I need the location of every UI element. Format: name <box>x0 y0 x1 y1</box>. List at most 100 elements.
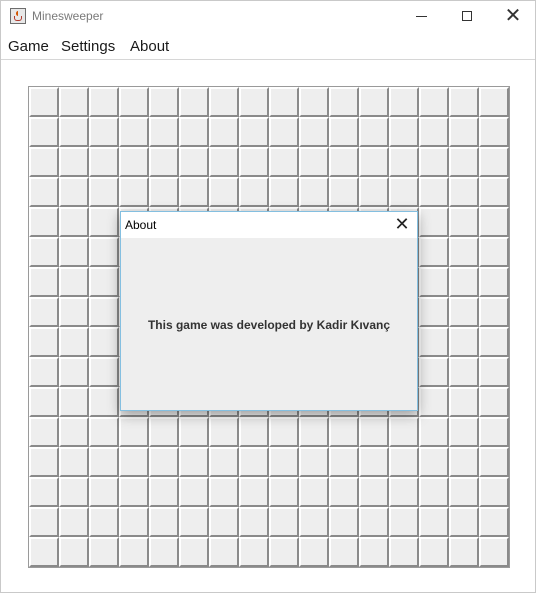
mine-cell[interactable] <box>149 147 179 177</box>
mine-cell[interactable] <box>149 537 179 567</box>
mine-cell[interactable] <box>29 147 59 177</box>
mine-cell[interactable] <box>419 477 449 507</box>
minimize-button[interactable] <box>398 1 444 32</box>
mine-cell[interactable] <box>209 447 239 477</box>
mine-cell[interactable] <box>59 357 89 387</box>
mine-cell[interactable] <box>269 477 299 507</box>
mine-cell[interactable] <box>89 537 119 567</box>
mine-cell[interactable] <box>239 477 269 507</box>
mine-cell[interactable] <box>479 87 509 117</box>
mine-cell[interactable] <box>269 177 299 207</box>
mine-cell[interactable] <box>89 477 119 507</box>
mine-cell[interactable] <box>419 237 449 267</box>
mine-cell[interactable] <box>29 537 59 567</box>
mine-cell[interactable] <box>119 117 149 147</box>
mine-cell[interactable] <box>29 387 59 417</box>
mine-cell[interactable] <box>299 507 329 537</box>
mine-cell[interactable] <box>329 507 359 537</box>
mine-cell[interactable] <box>209 537 239 567</box>
mine-cell[interactable] <box>59 177 89 207</box>
mine-cell[interactable] <box>419 207 449 237</box>
mine-cell[interactable] <box>209 477 239 507</box>
mine-cell[interactable] <box>359 537 389 567</box>
mine-cell[interactable] <box>29 87 59 117</box>
close-button[interactable]: ✕ <box>490 1 536 32</box>
mine-cell[interactable] <box>359 477 389 507</box>
mine-cell[interactable] <box>59 447 89 477</box>
mine-cell[interactable] <box>179 177 209 207</box>
mine-cell[interactable] <box>29 267 59 297</box>
mine-cell[interactable] <box>449 267 479 297</box>
mine-cell[interactable] <box>479 297 509 327</box>
mine-cell[interactable] <box>89 327 119 357</box>
mine-cell[interactable] <box>389 477 419 507</box>
mine-cell[interactable] <box>119 147 149 177</box>
mine-cell[interactable] <box>479 387 509 417</box>
mine-cell[interactable] <box>149 177 179 207</box>
mine-cell[interactable] <box>89 417 119 447</box>
mine-cell[interactable] <box>269 117 299 147</box>
mine-cell[interactable] <box>59 327 89 357</box>
mine-cell[interactable] <box>89 237 119 267</box>
mine-cell[interactable] <box>179 417 209 447</box>
mine-cell[interactable] <box>419 117 449 147</box>
mine-cell[interactable] <box>419 447 449 477</box>
mine-cell[interactable] <box>209 177 239 207</box>
menu-about[interactable]: About <box>130 38 169 55</box>
mine-cell[interactable] <box>269 417 299 447</box>
mine-cell[interactable] <box>59 537 89 567</box>
mine-cell[interactable] <box>449 207 479 237</box>
mine-cell[interactable] <box>89 507 119 537</box>
mine-cell[interactable] <box>419 537 449 567</box>
mine-cell[interactable] <box>119 87 149 117</box>
mine-cell[interactable] <box>449 447 479 477</box>
mine-cell[interactable] <box>479 417 509 447</box>
mine-cell[interactable] <box>419 267 449 297</box>
mine-cell[interactable] <box>479 447 509 477</box>
mine-cell[interactable] <box>299 447 329 477</box>
mine-cell[interactable] <box>239 87 269 117</box>
mine-cell[interactable] <box>479 357 509 387</box>
mine-cell[interactable] <box>29 177 59 207</box>
mine-cell[interactable] <box>209 507 239 537</box>
mine-cell[interactable] <box>119 507 149 537</box>
mine-cell[interactable] <box>359 447 389 477</box>
mine-cell[interactable] <box>419 507 449 537</box>
mine-cell[interactable] <box>389 147 419 177</box>
mine-cell[interactable] <box>449 387 479 417</box>
mine-cell[interactable] <box>89 357 119 387</box>
mine-cell[interactable] <box>59 387 89 417</box>
mine-cell[interactable] <box>359 117 389 147</box>
mine-cell[interactable] <box>269 447 299 477</box>
mine-cell[interactable] <box>479 117 509 147</box>
mine-cell[interactable] <box>299 117 329 147</box>
mine-cell[interactable] <box>239 447 269 477</box>
mine-cell[interactable] <box>149 87 179 117</box>
mine-cell[interactable] <box>299 417 329 447</box>
mine-cell[interactable] <box>389 537 419 567</box>
mine-cell[interactable] <box>389 447 419 477</box>
mine-cell[interactable] <box>329 177 359 207</box>
mine-cell[interactable] <box>179 147 209 177</box>
mine-cell[interactable] <box>329 117 359 147</box>
mine-cell[interactable] <box>239 417 269 447</box>
mine-cell[interactable] <box>179 87 209 117</box>
mine-cell[interactable] <box>269 147 299 177</box>
mine-cell[interactable] <box>59 417 89 447</box>
mine-cell[interactable] <box>239 507 269 537</box>
mine-cell[interactable] <box>269 87 299 117</box>
mine-cell[interactable] <box>329 477 359 507</box>
mine-cell[interactable] <box>419 327 449 357</box>
mine-cell[interactable] <box>239 177 269 207</box>
mine-cell[interactable] <box>29 447 59 477</box>
mine-cell[interactable] <box>389 417 419 447</box>
mine-cell[interactable] <box>89 87 119 117</box>
mine-cell[interactable] <box>149 447 179 477</box>
mine-cell[interactable] <box>479 477 509 507</box>
mine-cell[interactable] <box>479 237 509 267</box>
mine-cell[interactable] <box>449 417 479 447</box>
mine-cell[interactable] <box>29 117 59 147</box>
mine-cell[interactable] <box>59 507 89 537</box>
mine-cell[interactable] <box>449 477 479 507</box>
mine-cell[interactable] <box>29 207 59 237</box>
